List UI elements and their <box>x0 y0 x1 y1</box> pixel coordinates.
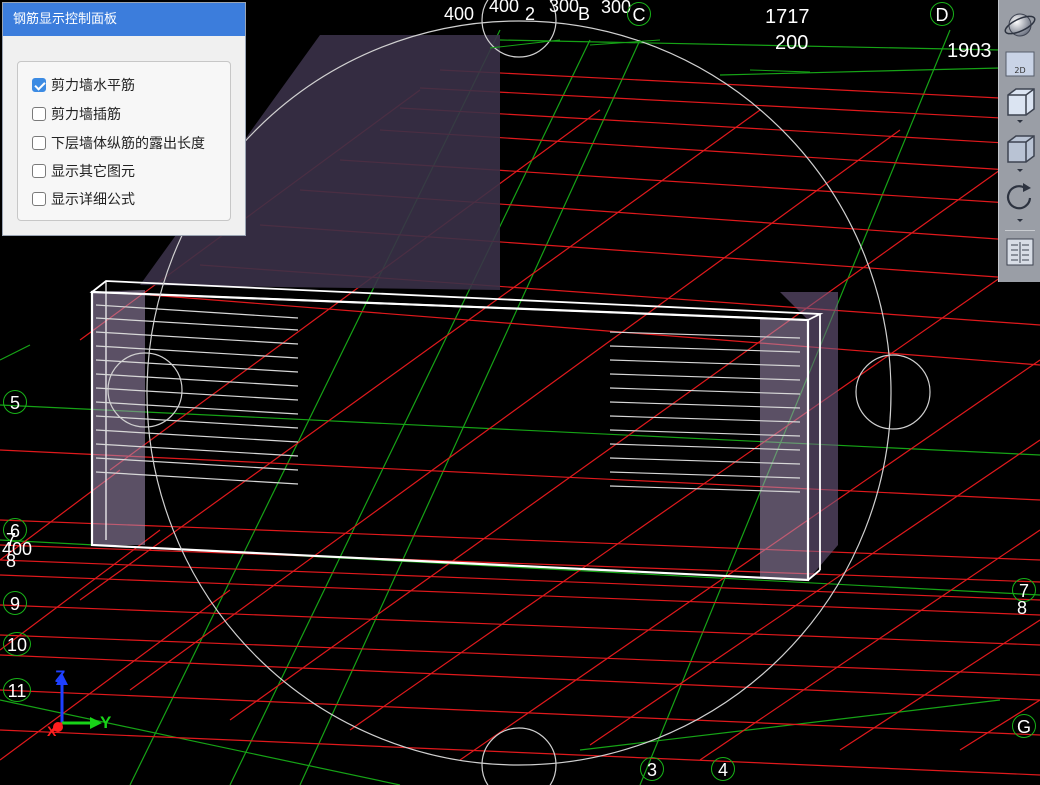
axis-label-11: 11 <box>3 678 31 702</box>
triad-y-label: Y <box>100 713 112 732</box>
axis-label-g: G <box>1012 714 1036 738</box>
option-show-detailed-formula[interactable]: 显示详细公式 <box>32 188 135 210</box>
axis-label-b: B <box>578 4 591 24</box>
triad-z-label: Z <box>55 667 66 686</box>
option-label: 显示其它图元 <box>51 164 135 180</box>
option-label: 显示详细公式 <box>51 192 135 208</box>
toolbar-divider <box>1005 230 1035 231</box>
orbit-sphere-icon[interactable] <box>1002 8 1038 44</box>
axis-label-7: 7 <box>6 530 17 550</box>
axis-label-8-right: 8 <box>1017 598 1028 618</box>
dimension-label: 300 <box>549 0 580 16</box>
axis-label-8: 8 <box>6 551 17 571</box>
dimension-label: 200 <box>775 32 809 54</box>
option-lower-wall-exposed-length[interactable]: 下层墙体纵筋的露出长度 <box>32 132 205 154</box>
option-show-other-elements[interactable]: 显示其它图元 <box>32 160 135 182</box>
dimension-label: 400 <box>489 0 520 16</box>
view-toolbar: 2D <box>998 0 1040 282</box>
layer-list-icon[interactable] <box>1002 236 1038 270</box>
checkbox[interactable] <box>32 136 46 150</box>
option-label: 下层墙体纵筋的露出长度 <box>51 136 205 152</box>
2d-view-button[interactable]: 2D <box>1002 50 1038 80</box>
box-view-icon[interactable] <box>1002 132 1038 174</box>
view2d-text: 2D <box>1014 66 1025 75</box>
checkbox[interactable] <box>32 78 46 92</box>
3d-box-icon[interactable] <box>1002 85 1038 125</box>
axis-label-10: 10 <box>3 632 31 656</box>
axis-label-3: 3 <box>640 757 664 781</box>
checkbox[interactable] <box>32 192 46 206</box>
axis-label-d: D <box>930 2 954 26</box>
checkbox[interactable] <box>32 164 46 178</box>
option-label: 剪力墙插筋 <box>51 107 121 123</box>
dimension-label: 1903 <box>947 40 992 62</box>
option-wall-dowel-rebar[interactable]: 剪力墙插筋 <box>32 103 121 125</box>
option-wall-horizontal-rebar[interactable]: 剪力墙水平筋 <box>32 74 135 96</box>
2d-view-icon: 2D <box>1005 51 1035 77</box>
dimension-label: 400 <box>444 4 475 24</box>
checkbox[interactable] <box>32 107 46 121</box>
option-label: 剪力墙水平筋 <box>51 78 135 94</box>
axis-label-9: 9 <box>3 591 27 615</box>
axis-label-2: 2 <box>525 4 536 24</box>
triad-x-label: X <box>47 723 57 739</box>
rotate-icon[interactable] <box>1002 180 1038 224</box>
panel-title: 钢筋显示控制面板 <box>3 3 245 36</box>
axis-label-5: 5 <box>3 390 27 414</box>
dimension-label: 1717 <box>765 6 810 28</box>
options-group: 剪力墙水平筋 剪力墙插筋 下层墙体纵筋的露出长度 显示其它图元 显示详细公式 <box>17 61 231 221</box>
axis-label-4: 4 <box>711 757 735 781</box>
rebar-display-control-panel: 钢筋显示控制面板 剪力墙水平筋 剪力墙插筋 下层墙体纵筋的露出长度 显示其它图元… <box>2 2 246 236</box>
axis-label-c: C <box>627 2 651 26</box>
